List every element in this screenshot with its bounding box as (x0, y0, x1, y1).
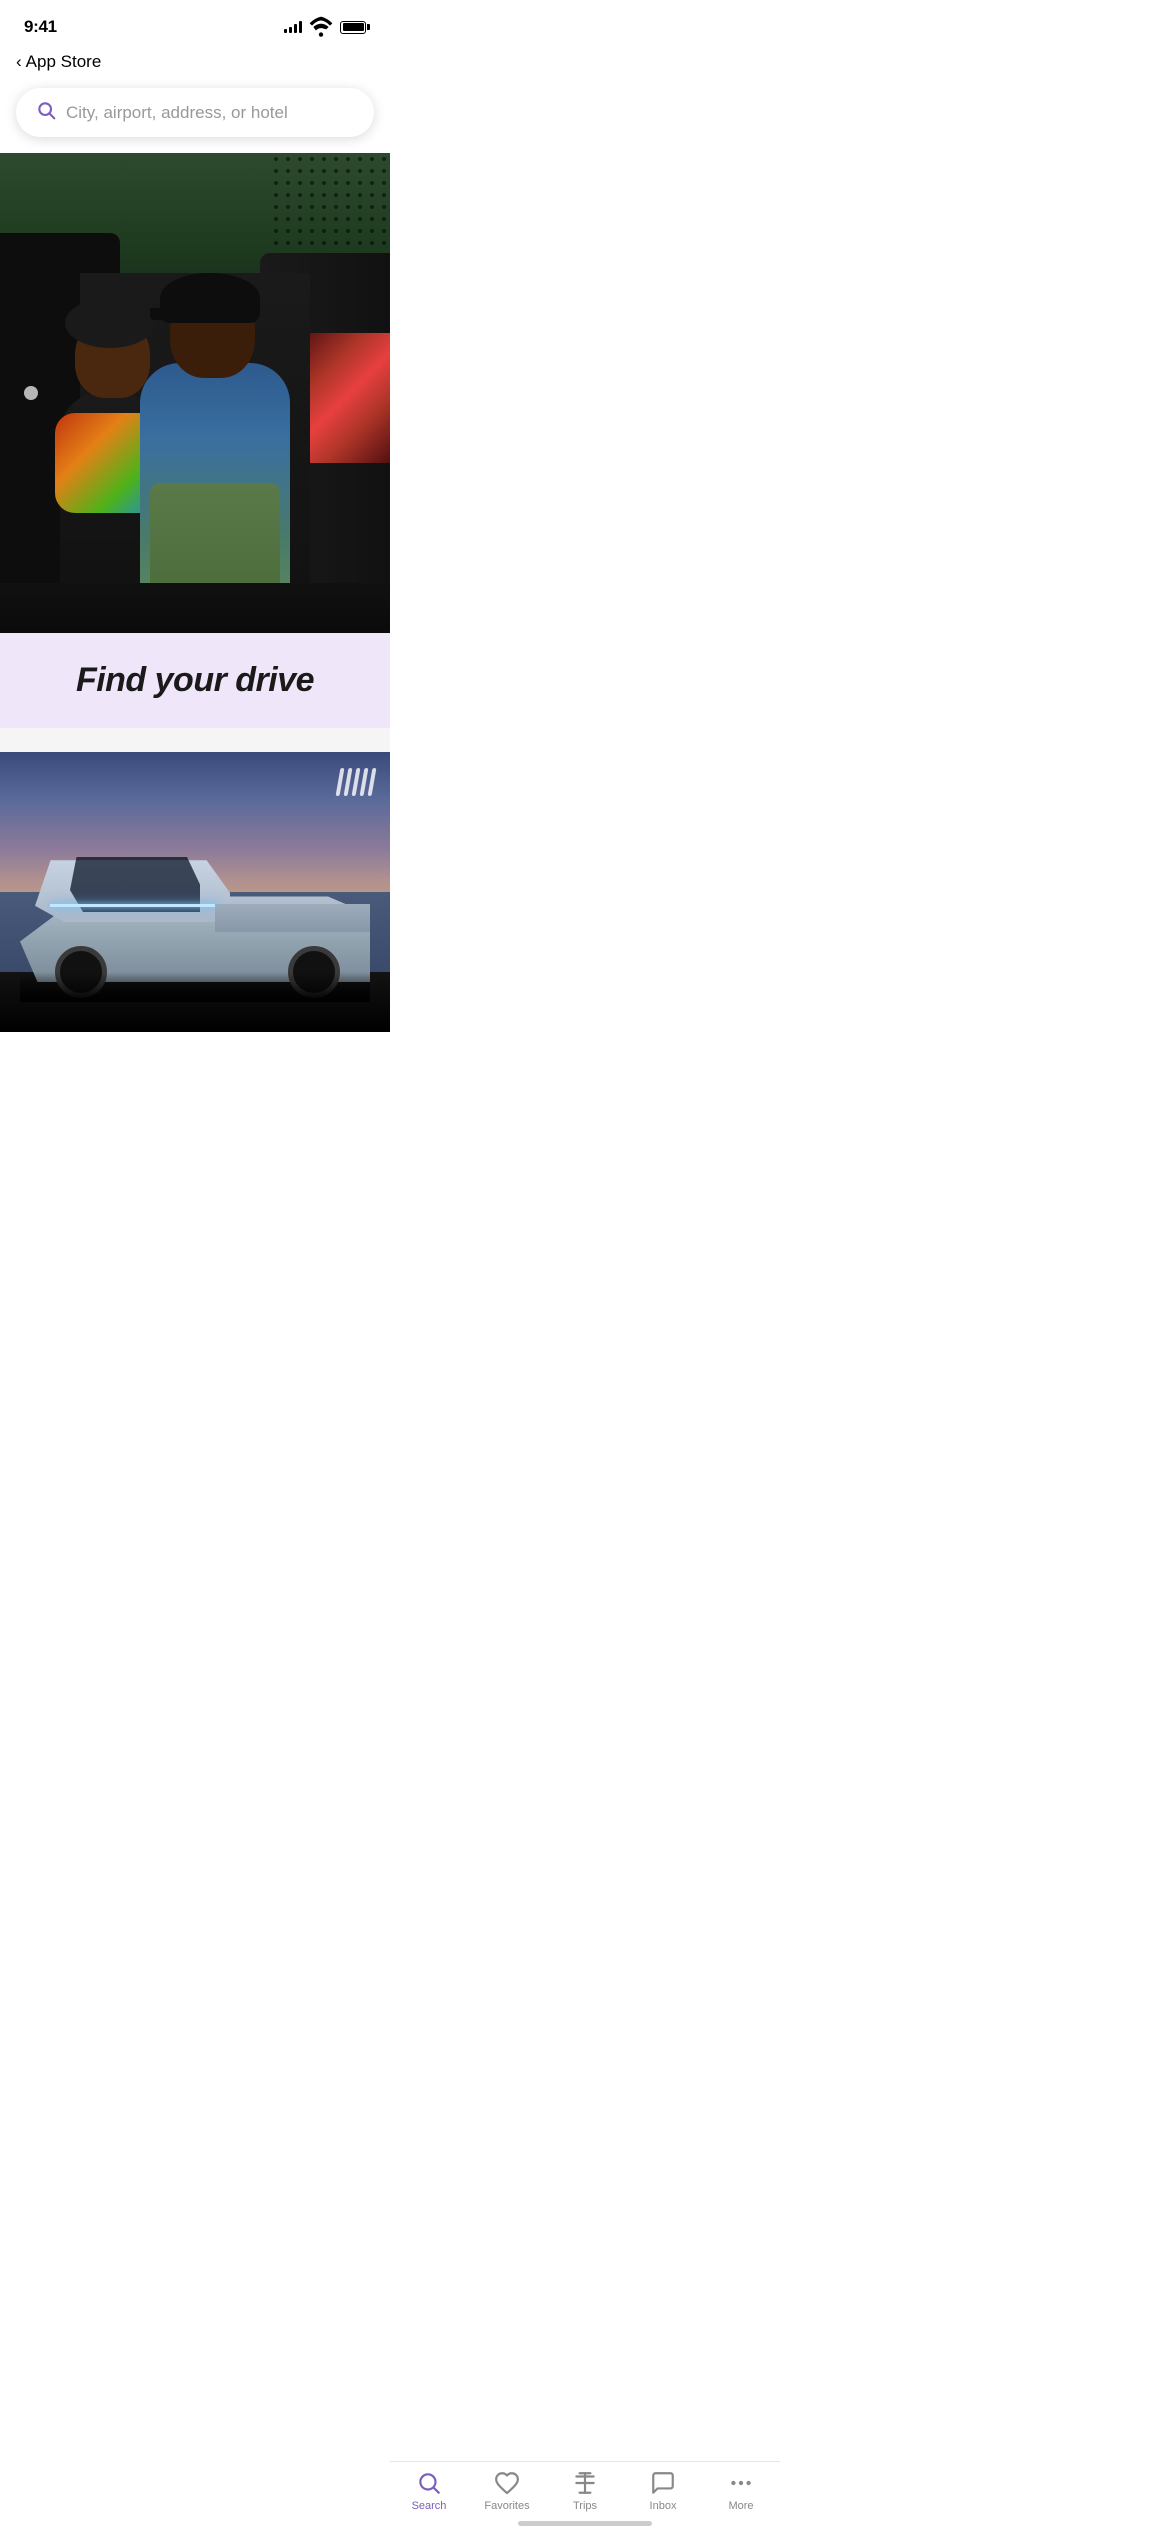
more-tab-icon (728, 2470, 754, 2496)
tab-search[interactable]: Search (390, 2470, 468, 2512)
back-nav[interactable]: ‹ App Store (0, 48, 390, 80)
search-bar-container: City, airport, address, or hotel (0, 80, 390, 153)
status-time: 9:41 (24, 17, 57, 37)
tab-favorites[interactable]: Favorites (468, 2470, 546, 2512)
find-drive-text: Find your drive (76, 661, 314, 699)
cybertruck-image (0, 752, 390, 1032)
tab-inbox[interactable]: Inbox (624, 2470, 702, 2512)
hero-image (0, 153, 390, 633)
inbox-tab-icon (650, 2470, 676, 2496)
hash-marks-decoration (336, 768, 377, 796)
wifi-icon (308, 14, 334, 40)
signal-icon (284, 21, 302, 33)
inbox-tab-label: Inbox (650, 2500, 677, 2512)
status-icons (284, 14, 366, 40)
favorites-tab-label: Favorites (484, 2500, 529, 2512)
cybertruck-body (20, 862, 370, 1002)
search-tab-label: Search (412, 2500, 447, 2512)
second-car-card[interactable] (0, 752, 390, 1032)
search-placeholder: City, airport, address, or hotel (66, 103, 288, 123)
back-label: App Store (26, 52, 102, 72)
carousel-dot (24, 386, 38, 400)
trips-tab-icon (572, 2470, 598, 2496)
section-spacer (0, 728, 390, 752)
more-tab-label: More (728, 2500, 753, 2512)
tab-trips[interactable]: Trips (546, 2470, 624, 2512)
search-tab-icon (416, 2470, 442, 2496)
home-indicator (518, 2521, 652, 2526)
favorites-tab-icon (494, 2470, 520, 2496)
search-bar[interactable]: City, airport, address, or hotel (16, 88, 374, 137)
trips-tab-label: Trips (573, 2500, 597, 2512)
tab-more[interactable]: More (702, 2470, 780, 2512)
status-bar: 9:41 (0, 0, 390, 48)
battery-icon (340, 21, 366, 34)
hero-image-section (0, 153, 390, 633)
back-arrow-icon: ‹ (16, 52, 22, 72)
find-drive-banner: Find your drive (0, 633, 390, 728)
search-icon (36, 100, 56, 125)
